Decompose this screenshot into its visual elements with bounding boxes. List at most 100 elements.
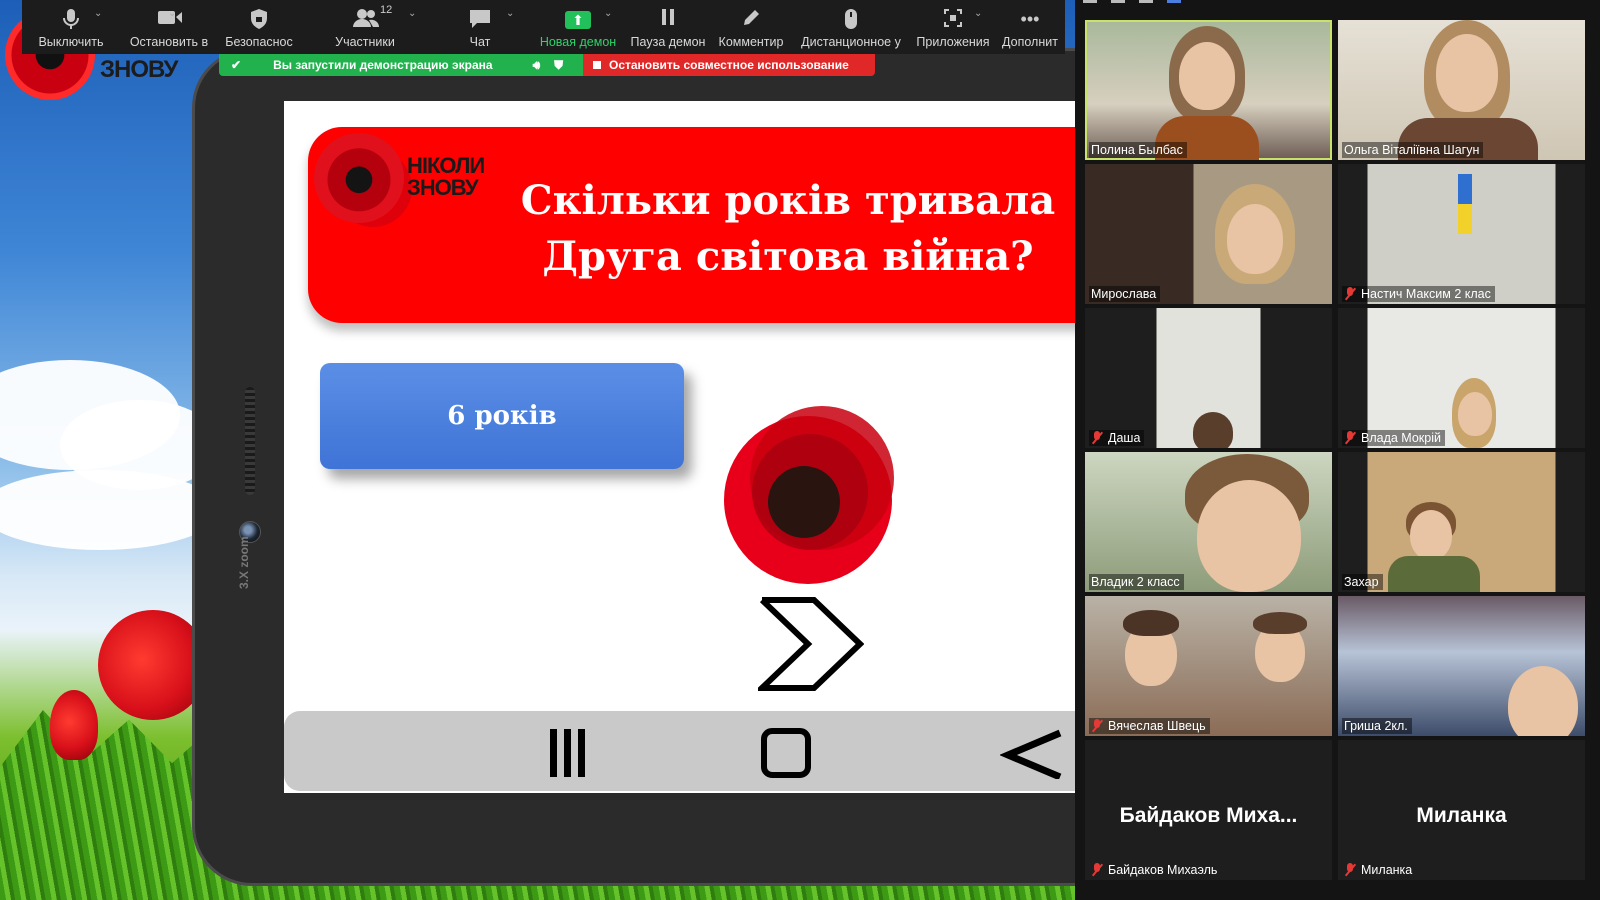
participants-button[interactable]: 12 ⌄ Участники [300, 0, 430, 54]
participant-name: Настич Максим 2 клас [1342, 286, 1495, 302]
participant-tile[interactable]: Гриша 2кл. [1338, 596, 1585, 736]
more-icon: ••• [1020, 9, 1040, 29]
poppy-logo-icon [314, 133, 404, 223]
video-feed [1436, 34, 1498, 112]
apps-label: Приложения [916, 35, 990, 49]
participant-tile[interactable]: Мирослава [1085, 164, 1332, 304]
poppy-bud [50, 690, 98, 760]
pause-share-label: Пауза демон [630, 35, 706, 49]
participant-name-text: Байдаков Михаэль [1108, 863, 1218, 877]
participant-tile[interactable]: Даша [1085, 308, 1332, 448]
participant-name-text: Полина Былбас [1091, 143, 1183, 157]
chat-button[interactable]: ⌄ Чат [430, 0, 530, 54]
participant-tile[interactable]: Полина Былбас [1085, 20, 1332, 160]
participant-name-text: Вячеслав Швець [1108, 719, 1206, 733]
video-feed [1458, 392, 1492, 436]
chevron-down-icon[interactable]: ⌄ [168, 8, 176, 19]
security-button[interactable]: Безопаснос [218, 0, 300, 54]
gallery-view-panel: Полина Былбас Ольга Віталіївна Шагун Мир… [1075, 0, 1600, 900]
new-share-button[interactable]: ⬆ ⌄ Новая демон [530, 0, 626, 54]
mute-button[interactable]: ⌄ Выключить [22, 0, 120, 54]
mic-muted-icon [1091, 431, 1103, 445]
zoom-meeting-toolbar: ⌄ Выключить ⌄ Остановить в Безопаснос 12… [22, 0, 1065, 54]
participant-tile[interactable]: Миланка Миланка [1338, 740, 1585, 880]
gallery-view-controls[interactable] [1083, 0, 1181, 6]
participant-name-text: Влада Мокрій [1361, 431, 1441, 445]
participant-tile[interactable]: Влада Мокрій [1338, 308, 1585, 448]
participant-display-name: Миланка [1416, 804, 1507, 827]
chevron-down-icon[interactable]: ⌄ [974, 8, 982, 19]
participant-name: Захар [1342, 574, 1383, 590]
recent-apps-icon[interactable] [546, 727, 590, 779]
participants-count: 12 [380, 4, 393, 16]
mic-muted-icon [1091, 719, 1103, 733]
participant-name-text: Мирослава [1091, 287, 1157, 301]
chevron-down-icon[interactable]: ⌄ [604, 8, 612, 19]
participant-name-text: Настич Максим 2 клас [1361, 287, 1491, 301]
video-feed [1508, 666, 1578, 736]
participant-name-text: Миланка [1361, 863, 1413, 877]
pause-icon [656, 8, 680, 30]
participant-name-text: Владик 2 класс [1091, 575, 1180, 589]
speaker-icon[interactable]: 🔊︎ [533, 58, 541, 73]
participant-name: Гриша 2кл. [1342, 718, 1412, 734]
apps-icon [941, 8, 965, 30]
participant-tile[interactable]: Ольга Віталіївна Шагун [1338, 20, 1585, 160]
video-feed [1227, 204, 1283, 274]
chevron-down-icon[interactable]: ⌄ [94, 8, 102, 19]
chevron-down-icon[interactable]: ⌄ [408, 8, 416, 19]
chevron-down-icon[interactable]: ⌄ [506, 8, 514, 19]
video-feed [1410, 510, 1452, 560]
more-button[interactable]: ••• Дополнит [996, 0, 1064, 54]
participant-tile[interactable]: Настич Максим 2 клас [1338, 164, 1585, 304]
participant-name: Вячеслав Швець [1089, 718, 1210, 734]
apps-button[interactable]: ⌄ Приложения [910, 0, 996, 54]
new-share-label: Новая демон [539, 35, 617, 49]
share-status-banner: ✔ Вы запустили демонстрацию экрана 🔊︎ ⛊ [219, 54, 583, 76]
remote-control-label: Дистанционное у [801, 35, 901, 49]
participant-name-text: Гриша 2кл. [1344, 719, 1408, 733]
participant-name: Байдаков Михаэль [1089, 862, 1221, 878]
answer-button[interactable]: 6 років [320, 363, 684, 469]
annotate-button[interactable]: Комментир [710, 0, 792, 54]
slide-header: НІКОЛИ ЗНОВУ Скільки років тривала Друга … [308, 127, 1075, 323]
annotate-label: Комментир [718, 35, 784, 49]
participant-tile[interactable]: Вячеслав Швець [1085, 596, 1332, 736]
security-label: Безопаснос [225, 35, 293, 49]
remote-control-button[interactable]: Дистанционное у [792, 0, 910, 54]
stop-video-label: Остановить в [129, 35, 209, 49]
participant-name-text: Даша [1108, 431, 1141, 445]
participants-label: Участники [335, 35, 395, 49]
participant-name: Ольга Віталіївна Шагун [1342, 142, 1484, 158]
video-feed [1179, 42, 1235, 110]
participant-tile[interactable]: Байдаков Миха... Байдаков Михаэль [1085, 740, 1332, 880]
participant-name: Влада Мокрій [1342, 430, 1445, 446]
stop-video-button[interactable]: ⌄ Остановить в [120, 0, 218, 54]
mic-muted-icon [1091, 863, 1103, 877]
chat-icon [468, 8, 492, 30]
shield-icon [247, 8, 271, 30]
mic-muted-icon [1344, 431, 1356, 445]
back-icon[interactable] [1000, 727, 1075, 779]
participant-name-text: Ольга Віталіївна Шагун [1344, 143, 1480, 157]
mic-muted-icon [1344, 863, 1356, 877]
participant-name: Полина Былбас [1089, 142, 1187, 158]
participant-name: Мирослава [1089, 286, 1161, 302]
tablet-zoom-label: 3.X zoom [237, 536, 251, 589]
android-nav-bar [284, 711, 1075, 791]
share-screen-icon: ⬆ [565, 11, 591, 29]
pause-share-button[interactable]: Пауза демон [626, 0, 710, 54]
participant-tile[interactable]: Владик 2 класс [1085, 452, 1332, 592]
cloud [0, 470, 220, 550]
slide-logo-text: НІКОЛИ ЗНОВУ [407, 155, 485, 199]
participant-tile[interactable]: Захар [1338, 452, 1585, 592]
home-icon[interactable] [760, 727, 812, 779]
slide-title: Скільки років тривала Друга світова війн… [518, 173, 1058, 285]
video-feed [1123, 610, 1179, 636]
video-feed [1388, 556, 1480, 592]
stop-share-button[interactable]: Остановить совместное использование [583, 54, 875, 76]
video-feed [1458, 174, 1472, 234]
next-arrow-icon[interactable] [758, 596, 864, 692]
participants-icon [353, 8, 380, 30]
video-feed [1253, 612, 1307, 634]
